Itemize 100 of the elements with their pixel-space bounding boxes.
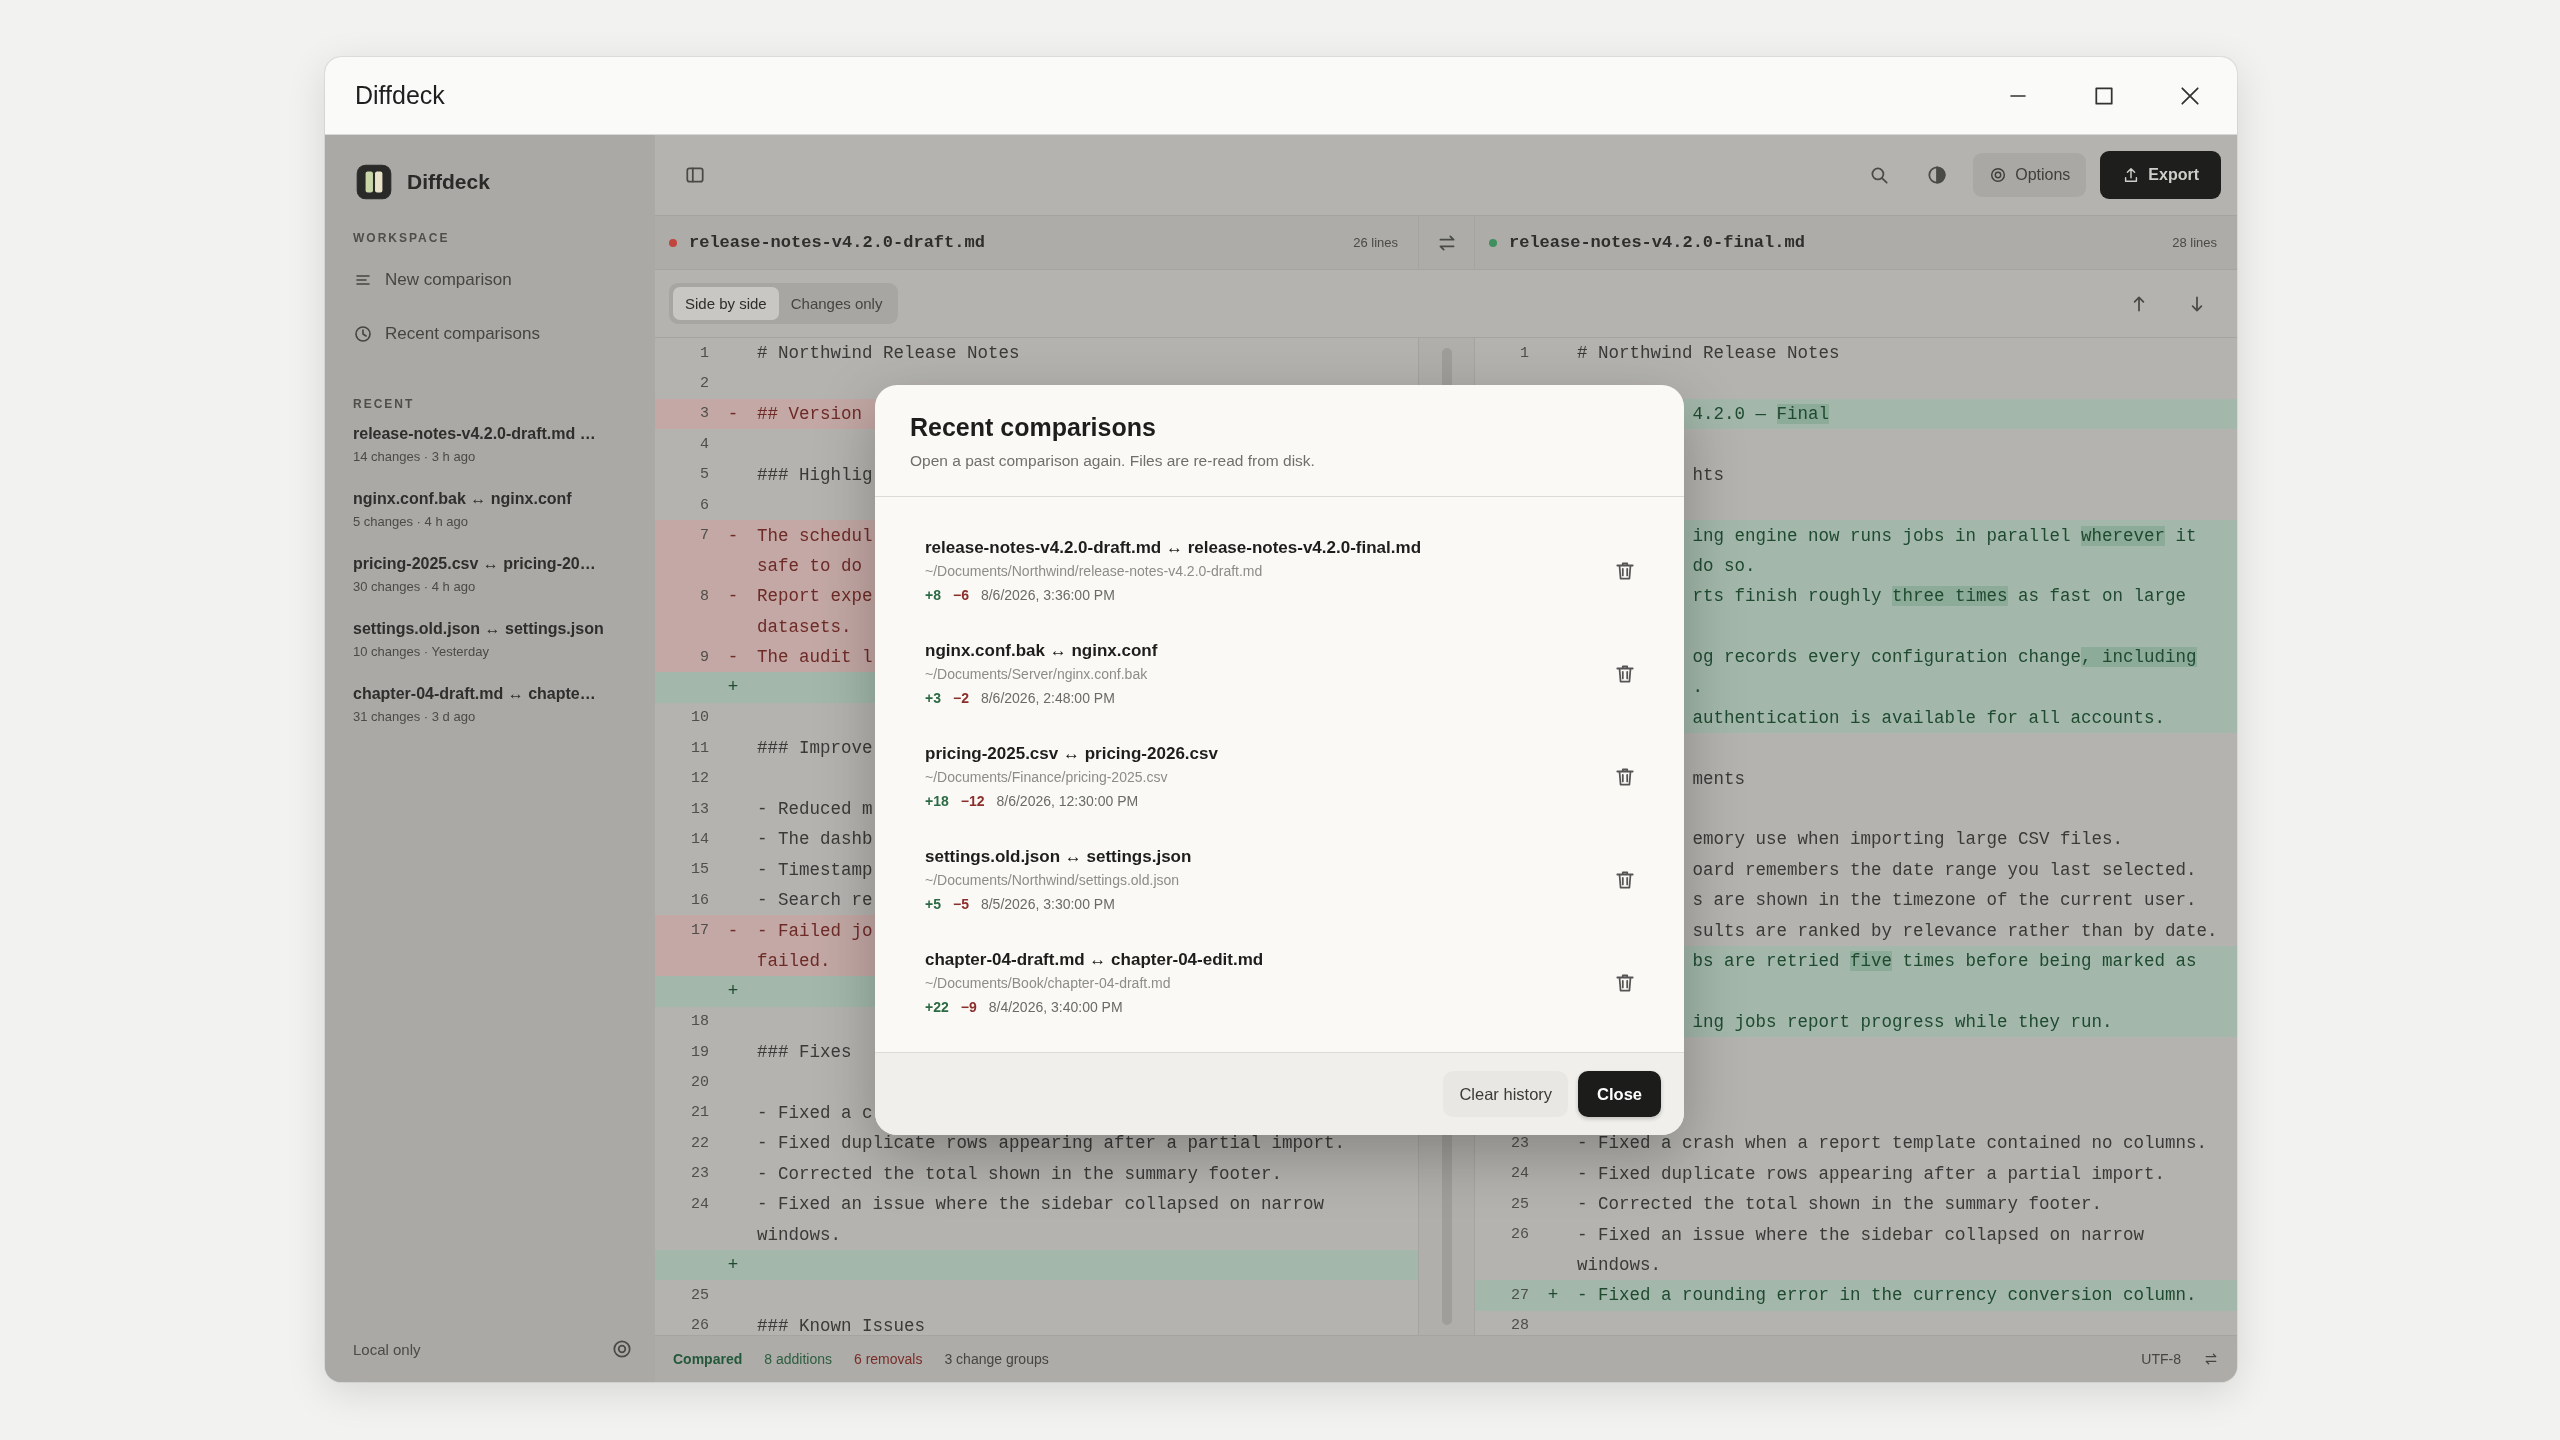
code-line: ments xyxy=(1692,768,1746,789)
timestamp: 8/5/2026, 3:30:00 PM xyxy=(980,896,1115,912)
comparison-title[interactable]: settings.old.json ↔ settings.json xyxy=(925,847,1614,867)
line-number: 11 xyxy=(690,739,709,757)
comparison-title[interactable]: release-notes-v4.2.0-draft.md ↔ release-notes-v4.2.0-final.md xyxy=(925,538,1614,558)
code-line: ### Highlig xyxy=(757,464,873,485)
comparison-title[interactable]: pricing-2025.csv ↔ pricing-2026.csv xyxy=(925,744,1614,764)
timestamp: 8/4/2026, 3:40:00 PM xyxy=(988,999,1123,1015)
code-line: ## Version xyxy=(757,403,863,424)
code-line: ing jobs report progress while they run. xyxy=(1692,1011,2113,1032)
line-number: 25 xyxy=(690,1286,709,1304)
removals-count: −9 xyxy=(960,999,977,1015)
line-number: 23 xyxy=(690,1165,709,1183)
recent-meta: 31 changes · 3 d ago xyxy=(353,709,477,724)
trash-icon xyxy=(1614,868,1636,891)
nav-item[interactable]: New comparison xyxy=(353,253,633,307)
code-line: sults are ranked by relevance rather than by date. xyxy=(1692,920,2218,941)
recent-item[interactable]: nginx.conf.bak ↔ nginx.conf xyxy=(353,490,633,508)
removals-count: −12 xyxy=(960,793,985,809)
recent-meta: 5 changes · 4 h ago xyxy=(353,514,469,529)
line-number: 19 xyxy=(690,1043,709,1061)
line-number: 20 xyxy=(690,1074,709,1092)
diff-sign: - xyxy=(726,920,740,941)
options-button[interactable]: Options xyxy=(1973,153,2087,197)
recent-item[interactable]: release-notes-v4.2.0-draft.md … xyxy=(353,425,633,443)
line-number: 2 xyxy=(699,375,709,393)
line-number: 27 xyxy=(1510,1286,1529,1304)
additions-count: +5 xyxy=(925,896,941,912)
trash-icon xyxy=(1614,559,1636,582)
comparison-title[interactable]: chapter-04-draft.md ↔ chapter-04-edit.md xyxy=(925,950,1614,970)
line-number: 15 xyxy=(690,861,709,879)
line-number: 4 xyxy=(699,435,709,453)
code-line: - Fixed duplicate rows appearing after a partial import. xyxy=(1577,1163,2166,1184)
code-line: s are shown in the timezone of the current user. xyxy=(1692,890,2197,911)
line-number: 3 xyxy=(699,405,709,423)
close-button[interactable]: Close xyxy=(1578,1071,1661,1117)
additions-count: +3 xyxy=(925,690,941,706)
code-line: authentication is available for all accounts. xyxy=(1692,707,2166,728)
code-line: - Timestamp xyxy=(757,859,873,880)
line-number: 6 xyxy=(699,496,709,514)
recent-meta: 30 changes · 4 h ago xyxy=(353,579,477,594)
timestamp: 8/6/2026, 2:48:00 PM xyxy=(980,690,1115,706)
line-number: 26 xyxy=(690,1317,709,1335)
code-line: The audit l xyxy=(757,647,873,668)
code-line: - Search re xyxy=(757,890,873,911)
comparison-title[interactable]: nginx.conf.bak ↔ nginx.conf xyxy=(925,641,1614,661)
trash-icon xyxy=(1614,971,1636,994)
view-mode-tab[interactable]: Changes only xyxy=(778,287,895,320)
code-line: hts xyxy=(1692,464,1725,485)
code-line: - The dashb xyxy=(757,829,873,850)
timestamp: 8/6/2026, 12:30:00 PM xyxy=(996,793,1139,809)
section-heading: RECENT xyxy=(353,397,416,411)
line-number: 17 xyxy=(690,922,709,940)
line-number: 24 xyxy=(690,1195,709,1213)
code-line: do so. xyxy=(1692,555,1756,576)
file-path: ~/Documents/Northwind/settings.old.json xyxy=(925,872,1181,888)
recent-item[interactable]: settings.old.json ↔ settings.json xyxy=(353,620,633,638)
additions-count: +22 xyxy=(925,999,949,1015)
file-path: ~/Documents/Northwind/release-notes-v4.2.0-draft.md xyxy=(925,563,1264,579)
diff-sign: + xyxy=(726,981,740,1002)
timestamp: 8/6/2026, 3:36:00 PM xyxy=(980,587,1115,603)
removals-count: −6 xyxy=(952,587,969,603)
change-groups-count: 3 change groups xyxy=(944,1351,1049,1367)
dialog-title: Recent comparisons xyxy=(910,413,1157,442)
code-line: - Fixed duplicate rows appearing after a partial import. xyxy=(757,1133,1346,1154)
export-button[interactable]: Export xyxy=(2100,151,2221,199)
removals-count: −5 xyxy=(952,896,969,912)
removals-count: 6 removals xyxy=(853,1351,923,1367)
code-line: - Fixed a c xyxy=(757,1102,873,1123)
nav-item[interactable]: Recent comparisons xyxy=(353,307,633,361)
diff-sign: - xyxy=(726,647,740,668)
view-mode-tab[interactable]: Side by side xyxy=(673,287,779,320)
dialog-subtitle: Open a past comparison again. Files are re-read from disk. xyxy=(910,452,1316,470)
line-number: 1 xyxy=(1519,344,1529,362)
recent-item[interactable]: pricing-2025.csv ↔ pricing-20… xyxy=(353,555,633,573)
code-line: ### Known Issues xyxy=(757,1315,926,1335)
file-name: release-notes-v4.2.0-draft.md xyxy=(689,233,986,252)
diff-sign: + xyxy=(726,677,740,698)
code-line: bs are retried five times before being marked as xyxy=(1692,951,2197,971)
section-heading: WORKSPACE xyxy=(353,231,451,245)
recent-item[interactable]: chapter-04-draft.md ↔ chapte… xyxy=(353,685,633,703)
removals-count: −2 xyxy=(952,690,969,706)
code-line: # Northwind Release Notes xyxy=(757,343,1020,364)
window-title: Diffdeck xyxy=(355,81,446,110)
code-line: - Fixed an issue where the sidebar collapsed on narrow xyxy=(1577,1224,2145,1245)
recent-meta: 14 changes · 3 h ago xyxy=(353,449,477,464)
recent-meta: 10 changes · Yesterday xyxy=(353,644,490,659)
code-line: - Failed jo xyxy=(757,920,873,941)
minimize-icon xyxy=(2010,93,2026,98)
line-number: 21 xyxy=(690,1104,709,1122)
close-icon xyxy=(2179,84,2201,107)
line-number: 28 xyxy=(1510,1317,1529,1335)
code-line: - Reduced m xyxy=(757,799,873,820)
clear-history-button[interactable]: Clear history xyxy=(1443,1071,1569,1117)
code-line: ### Improve xyxy=(757,738,873,759)
line-number: 16 xyxy=(690,891,709,909)
line-number: 9 xyxy=(699,648,709,666)
trash-icon xyxy=(1614,662,1636,685)
code-line: failed. xyxy=(757,951,831,971)
code-line: og records every configuration change, including xyxy=(1692,647,2197,668)
